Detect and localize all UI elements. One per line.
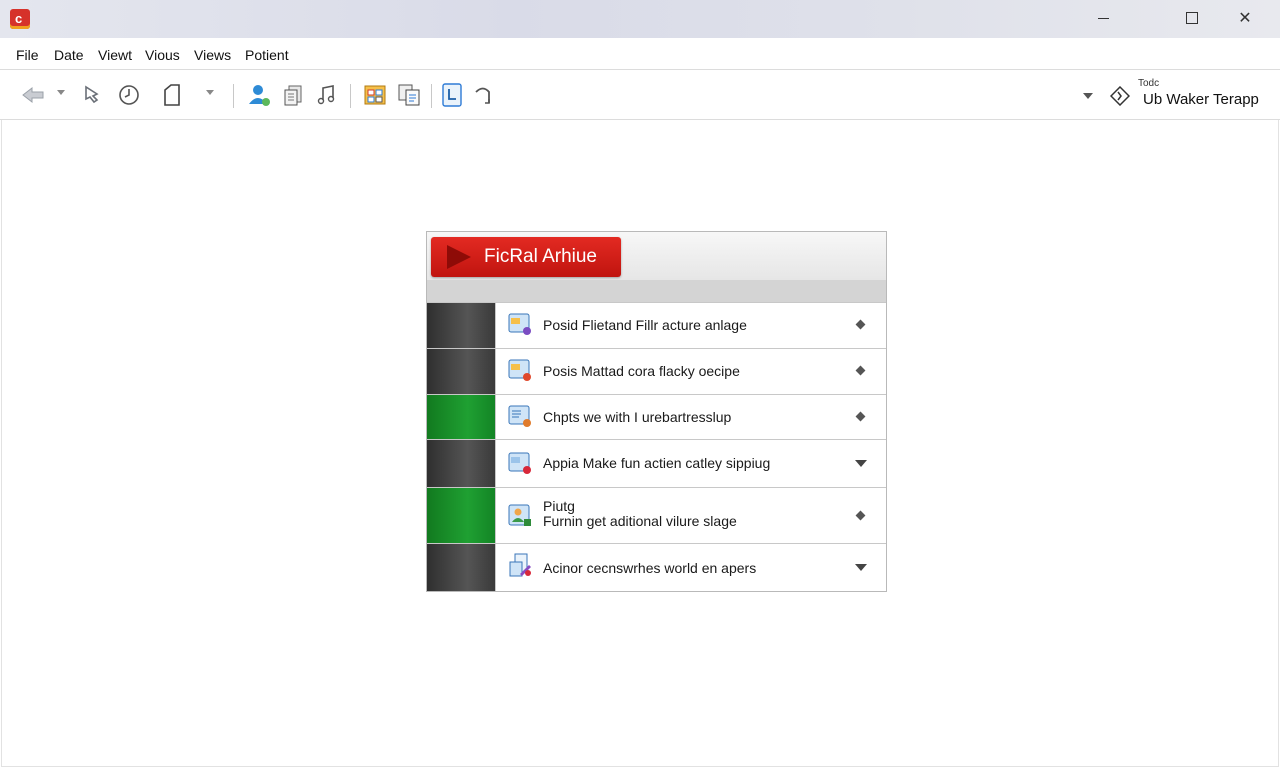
menu-bar: File Date Viewt Vious Views Potient <box>0 38 1280 70</box>
profile-caption: Todc <box>1138 78 1160 89</box>
list-item[interactable]: Chpts we with I urebartresslup <box>427 394 886 439</box>
row-divider <box>495 544 496 591</box>
row-label: Appia Make fun actien catley sippiug <box>543 455 771 471</box>
square-l-icon[interactable] <box>439 82 465 108</box>
document-icon[interactable] <box>159 82 185 108</box>
app-window-icon <box>508 452 531 474</box>
minimize-button[interactable] <box>1080 4 1126 32</box>
user-icon[interactable] <box>246 82 272 108</box>
tag-icon <box>1110 86 1130 106</box>
chevron-down-icon[interactable] <box>1083 93 1093 99</box>
row-label: Acinor cecnswrhes world en apers <box>543 560 757 576</box>
chevron-down-icon[interactable] <box>855 460 867 467</box>
row-swatch <box>427 349 495 394</box>
row-label-primary: Piutg <box>543 498 575 514</box>
profile-selector[interactable]: Todc Ub Waker Terapp <box>1080 76 1270 116</box>
toolbar-separator <box>431 84 432 108</box>
stack-icon[interactable] <box>280 82 306 108</box>
maximize-button[interactable] <box>1169 4 1215 32</box>
back-arrow-icon[interactable] <box>20 82 46 108</box>
list-item[interactable]: Piutg Furnin get aditional vilure slage <box>427 487 886 543</box>
row-label: Chpts we with I urebartresslup <box>543 409 732 425</box>
diamond-icon[interactable] <box>855 510 866 521</box>
title-bar: c ✕ <box>0 0 1280 38</box>
toolbar: Todc Ub Waker Terapp <box>0 70 1280 120</box>
row-divider <box>495 395 496 439</box>
menu-viewt[interactable]: Viewt <box>98 47 132 63</box>
app-window-icon <box>508 313 531 335</box>
panel-title: FicRal Arhiue <box>484 246 597 267</box>
chevron-down-icon[interactable] <box>855 564 867 571</box>
archive-panel: FicRal Arhiue Posid Flietand Fillr actur… <box>426 231 887 592</box>
cursor-icon[interactable] <box>78 82 104 108</box>
row-swatch <box>427 544 495 591</box>
row-divider <box>495 303 496 348</box>
row-label: Posid Flietand Fillr acture anlage <box>543 317 747 333</box>
person-box-icon <box>508 504 531 526</box>
panel-strip <box>427 280 886 302</box>
panel-title-badge[interactable]: FicRal Arhiue <box>431 237 621 277</box>
diamond-icon[interactable] <box>855 411 866 422</box>
list-item[interactable]: Acinor cecnswrhes world en apers <box>427 543 886 591</box>
list-item[interactable]: Appia Make fun actien catley sippiug <box>427 439 886 487</box>
menu-file[interactable]: File <box>16 47 39 63</box>
app-window-icon <box>508 405 531 427</box>
list-item[interactable]: Posis Mattad cora flacky oecipe <box>427 348 886 394</box>
diamond-icon[interactable] <box>855 365 866 376</box>
profile-name: Ub Waker Terapp <box>1143 91 1259 108</box>
app-icon[interactable]: c <box>10 9 30 29</box>
list-item[interactable]: Posid Flietand Fillr acture anlage <box>427 302 886 348</box>
toolbar-separator <box>350 84 351 108</box>
menu-potient[interactable]: Potient <box>245 47 289 63</box>
row-swatch <box>427 303 495 348</box>
toolbar-separator <box>233 84 234 108</box>
row-label: Posis Mattad cora flacky oecipe <box>543 363 740 379</box>
row-swatch <box>427 488 495 543</box>
panel-header: FicRal Arhiue <box>427 232 886 280</box>
row-divider <box>495 488 496 543</box>
row-label-secondary: Furnin get aditional vilure slage <box>543 513 737 529</box>
document-dropdown-icon[interactable] <box>206 90 214 95</box>
row-swatch <box>427 395 495 439</box>
diamond-icon[interactable] <box>855 319 866 330</box>
back-dropdown-icon[interactable] <box>57 90 65 95</box>
play-icon <box>447 245 471 269</box>
rotate-icon[interactable] <box>470 82 496 108</box>
close-button[interactable]: ✕ <box>1222 4 1268 32</box>
row-divider <box>495 349 496 394</box>
document-edit-icon <box>509 553 531 577</box>
row-swatch <box>427 440 495 487</box>
menu-vious[interactable]: Vious <box>145 47 180 63</box>
row-divider <box>495 440 496 487</box>
music-note-icon[interactable] <box>313 82 339 108</box>
menu-views[interactable]: Views <box>194 47 231 63</box>
app-window-icon <box>508 359 531 381</box>
menu-date[interactable]: Date <box>54 47 84 63</box>
clock-icon[interactable] <box>116 82 142 108</box>
copy-icon[interactable] <box>396 82 422 108</box>
folder-grid-icon[interactable] <box>362 82 388 108</box>
